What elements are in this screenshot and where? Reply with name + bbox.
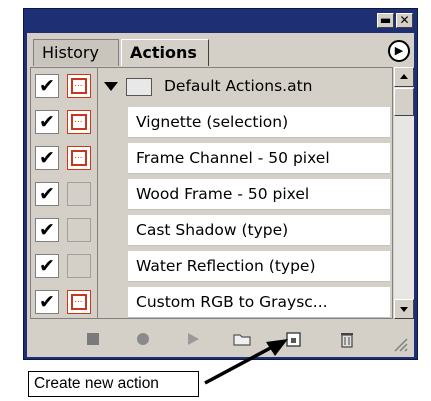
callout-text: Create new action (34, 375, 159, 392)
callout-arrow (204, 339, 288, 385)
tooltip-callout: Create new action (28, 371, 199, 397)
